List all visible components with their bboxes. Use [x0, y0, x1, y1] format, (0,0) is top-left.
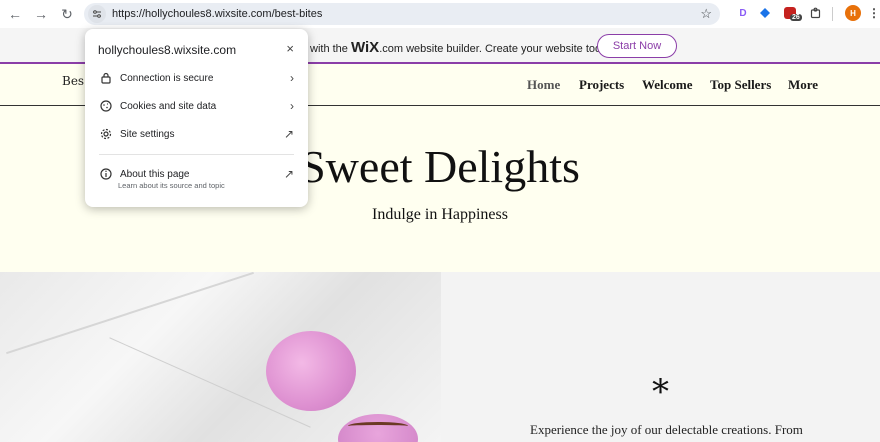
popup-title: hollychoules8.wixsite.com — [98, 43, 237, 57]
back-button[interactable]: ← — [4, 3, 26, 25]
profile-avatar[interactable]: H — [845, 5, 861, 21]
reload-button[interactable]: ↻ — [56, 3, 78, 25]
extension-badge-icon[interactable]: 26 — [782, 5, 802, 21]
site-info-popup: hollychoules8.wixsite.com × Connection i… — [85, 29, 308, 207]
nav-home[interactable]: Home — [527, 77, 560, 93]
about-page-label: About this page — [120, 168, 190, 180]
wix-logo: WiX — [350, 39, 380, 56]
macaron — [266, 331, 356, 411]
gear-icon — [99, 127, 113, 141]
chevron-right-icon: › — [290, 71, 294, 85]
about-page-subtitle: Learn about its source and topic — [118, 181, 225, 190]
wix-banner-prefix: with the — [310, 43, 348, 55]
connection-secure-row[interactable]: Connection is secure › — [85, 65, 308, 91]
site-settings-row[interactable]: Site settings ↗ — [85, 121, 308, 147]
url-text[interactable]: https://hollychoules8.wixsite.com/best-b… — [112, 8, 322, 20]
close-icon[interactable]: × — [286, 41, 294, 56]
wix-banner-text: with the WiX.com website builder. Create… — [310, 39, 615, 56]
site-settings-label: Site settings — [120, 128, 175, 140]
external-link-icon: ↗ — [283, 127, 294, 141]
nav-top-sellers[interactable]: Top Sellers — [710, 77, 771, 93]
address-bar[interactable]: https://hollychoules8.wixsite.com/best-b… — [84, 3, 720, 25]
cookies-label: Cookies and site data — [120, 100, 217, 112]
browser-menu-icon[interactable]: ⋮ — [866, 5, 880, 21]
extension-badge-count: 26 — [790, 14, 802, 21]
marble-vein — [6, 272, 254, 355]
extension-diamond-icon[interactable] — [757, 5, 773, 21]
nav-more[interactable]: More — [788, 77, 818, 93]
hero-subtitle: Indulge in Happiness — [372, 206, 508, 223]
site-logo[interactable]: Bes — [62, 74, 84, 88]
chevron-right-icon: › — [290, 99, 294, 113]
bookmark-star-icon[interactable]: ☆ — [700, 6, 712, 22]
chocolate-drizzle — [348, 422, 408, 430]
asterisk-icon: * — [652, 372, 669, 412]
extension-d-icon[interactable]: D — [735, 5, 751, 21]
external-link-icon: ↗ — [283, 167, 294, 181]
forward-button[interactable]: → — [30, 3, 52, 25]
nav-projects[interactable]: Projects — [579, 77, 624, 93]
start-now-button[interactable]: Start Now — [597, 34, 677, 58]
info-icon — [99, 167, 113, 181]
macaron-photo — [0, 272, 441, 442]
nav-welcome[interactable]: Welcome — [642, 77, 693, 93]
cookie-icon — [99, 99, 113, 113]
connection-secure-label: Connection is secure — [120, 72, 214, 84]
cookies-row[interactable]: Cookies and site data › — [85, 93, 308, 119]
toolbar-divider — [832, 7, 833, 21]
intro-panel: * Experience the joy of our delectable c… — [441, 272, 880, 442]
site-info-icon[interactable] — [88, 5, 106, 23]
wix-banner-suffix: .com website builder. Create your websit… — [379, 43, 615, 55]
popup-divider — [99, 154, 294, 155]
intro-text: Experience the joy of our delectable cre… — [530, 422, 803, 437]
lock-icon — [99, 71, 113, 85]
extensions-puzzle-icon[interactable] — [808, 5, 824, 21]
